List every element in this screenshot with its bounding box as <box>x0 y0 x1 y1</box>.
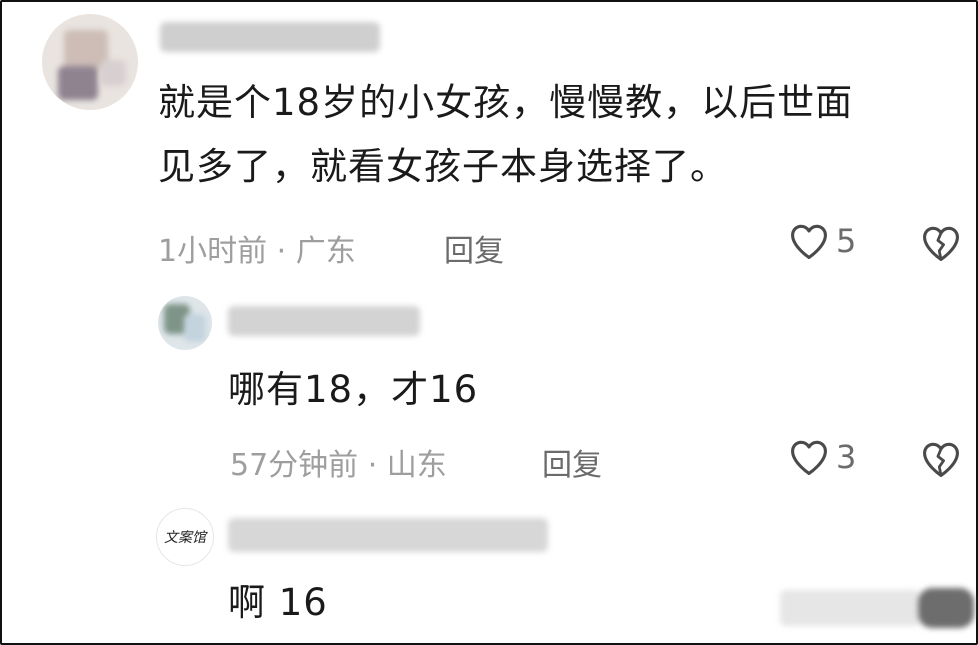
avatar-logo-text: 文案馆 <box>164 530 206 546</box>
like-button[interactable]: 3 <box>788 438 856 476</box>
username[interactable] <box>160 22 380 52</box>
comment-text: 哪有18，才16 <box>228 368 479 411</box>
blurred-overlay <box>780 590 920 626</box>
reply-button[interactable]: 回复 <box>444 226 504 270</box>
like-count: 5 <box>836 222 857 260</box>
heart-outline-icon <box>791 224 827 259</box>
username[interactable] <box>228 518 548 552</box>
avatar[interactable] <box>158 296 212 350</box>
comment-meta: 1小时前 · 广东 <box>158 234 356 269</box>
comment-text: 啊 16 <box>228 581 328 624</box>
comment-text-line: 见多了，就看女孩子本身选择了。 <box>158 145 728 188</box>
like-button[interactable]: 5 <box>788 222 856 260</box>
like-count: 3 <box>836 438 857 476</box>
avatar[interactable] <box>42 14 138 110</box>
comment-text-line: 就是个18岁的小女孩，慢慢教，以后世面 <box>158 81 854 124</box>
reply-button[interactable]: 回复 <box>542 440 602 484</box>
avatar[interactable]: 文案馆 <box>156 508 214 566</box>
heart-outline-icon <box>791 440 827 475</box>
broken-heart-icon[interactable] <box>920 440 962 478</box>
comment-meta: 57分钟前 · 山东 <box>230 448 447 483</box>
blurred-overlay <box>918 588 974 628</box>
broken-heart-icon[interactable] <box>920 224 962 262</box>
comment-text: 就是个18岁的小女孩，慢慢教，以后世面 见多了，就看女孩子本身选择了。 <box>158 80 853 190</box>
username[interactable] <box>228 306 420 336</box>
